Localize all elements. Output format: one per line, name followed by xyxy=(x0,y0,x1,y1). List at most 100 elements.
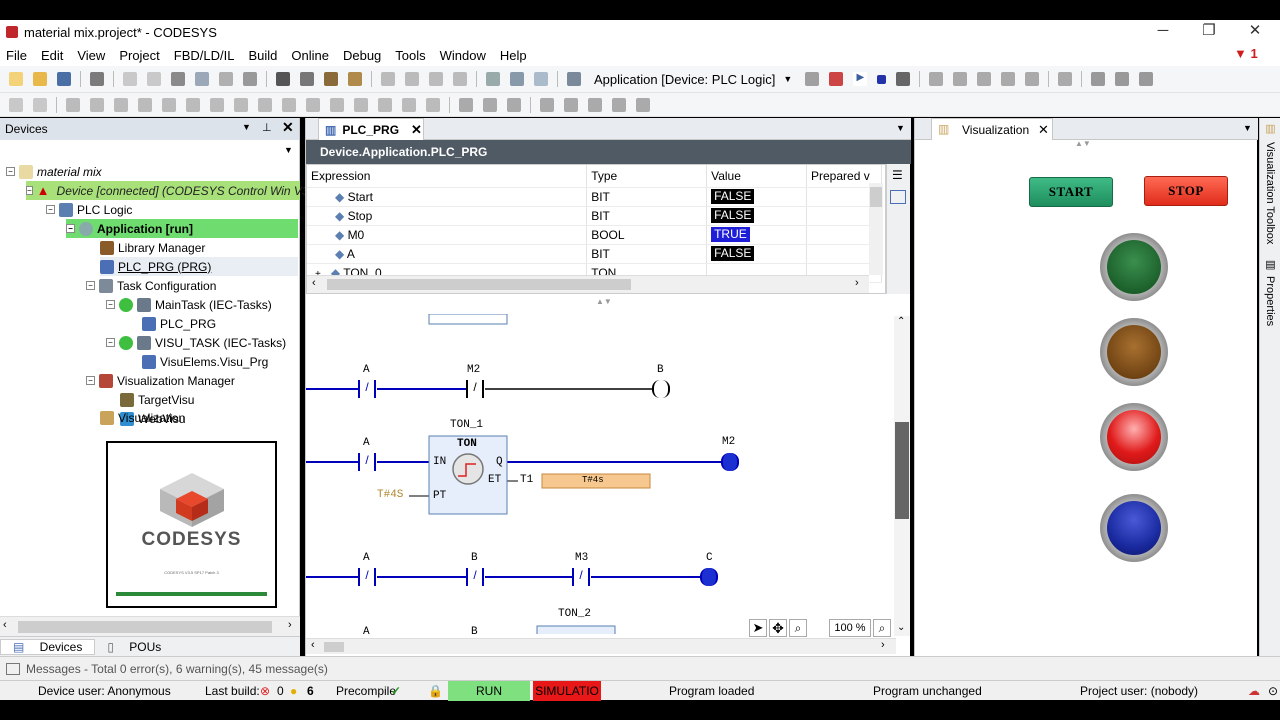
tree-node-targetvisu[interactable]: TargetVisu xyxy=(120,390,194,409)
scroll-up-icon[interactable]: ⌃ xyxy=(897,316,905,327)
scroll-left-icon[interactable]: ‹ xyxy=(311,639,315,651)
paste-icon[interactable] xyxy=(219,72,233,86)
tree-node-device[interactable]: − ▲ Device [connected] (CODESYS Control Wi… xyxy=(26,181,309,200)
edge-detection-icon[interactable] xyxy=(426,97,440,112)
tab-visualization[interactable]: ▥ Visualization ✕ xyxy=(931,118,1053,140)
insert-return-icon[interactable] xyxy=(282,97,296,112)
toggle-comment-icon[interactable] xyxy=(483,97,497,112)
menu-view[interactable]: View xyxy=(71,48,113,63)
find-icon[interactable] xyxy=(276,72,290,86)
pan-tool-icon[interactable]: ✥ xyxy=(769,619,787,637)
tree-node-visualization-manager[interactable]: − Visualization Manager xyxy=(86,371,235,390)
coil-b[interactable] xyxy=(652,380,670,398)
redo-icon[interactable] xyxy=(147,72,161,86)
visu-splitter-grip-icon[interactable]: ▲▼ xyxy=(1075,139,1091,148)
tree-node-project[interactable]: − material mix xyxy=(6,162,102,181)
error-count[interactable]: 0 xyxy=(277,681,284,701)
reset-icon[interactable] xyxy=(896,72,911,86)
cloud-icon[interactable]: ☁ xyxy=(1248,681,1260,701)
menu-tools[interactable]: Tools xyxy=(389,48,433,63)
menu-edit[interactable]: Edit xyxy=(35,48,71,63)
force-values-icon[interactable] xyxy=(1115,72,1130,86)
bookmark-icon[interactable] xyxy=(381,72,395,86)
chevron-down-icon[interactable]: ▼ xyxy=(783,74,792,84)
menu-online[interactable]: Online xyxy=(285,48,337,63)
panel-close-icon[interactable]: ✕ xyxy=(282,119,294,136)
ton1-pt-value[interactable]: T#4S xyxy=(377,489,403,501)
close-window-button[interactable]: ✕ xyxy=(1232,20,1278,44)
insert-contact-icon[interactable] xyxy=(66,97,80,112)
zoom-fit-icon[interactable]: ⌕ xyxy=(873,619,891,637)
parallel-branch-icon[interactable] xyxy=(507,97,521,112)
align-icon[interactable] xyxy=(540,97,554,112)
scroll-right-icon[interactable]: › xyxy=(288,619,292,631)
col-expression[interactable]: Expression xyxy=(307,165,588,188)
scroll-left-icon[interactable]: ‹ xyxy=(3,619,7,631)
rung3-contact-b[interactable]: / xyxy=(466,568,484,586)
insert-network-icon[interactable] xyxy=(9,97,23,112)
ladder-vertical-scrollbar[interactable]: ⌃ ⌄ xyxy=(894,316,910,636)
insert-parallel-contact-icon[interactable] xyxy=(114,97,128,112)
select-tool-icon[interactable]: ➤ xyxy=(749,619,767,637)
insert-network-below-icon[interactable] xyxy=(33,97,47,112)
table-row[interactable]: ◆ M0 BOOL TRUE xyxy=(307,225,882,245)
split-view-icon[interactable] xyxy=(890,190,906,204)
tree-node-task-configuration[interactable]: − Task Configuration xyxy=(86,276,216,295)
col-type[interactable]: Type xyxy=(586,165,708,188)
bookmark-clear-icon[interactable] xyxy=(453,72,467,86)
precompile-ok-icon[interactable]: ✓ xyxy=(391,681,401,701)
restore-button[interactable]: ❐ xyxy=(1186,20,1232,44)
negation-icon[interactable] xyxy=(402,97,416,112)
profile-icon[interactable]: ⊙ xyxy=(1268,681,1278,701)
build-icon[interactable] xyxy=(486,72,500,86)
table-row[interactable]: ◆ Stop BIT FALSE xyxy=(307,206,882,226)
tree-node-maintask-plc-prg[interactable]: PLC_PRG xyxy=(142,314,216,333)
insert-set-coil-icon[interactable] xyxy=(162,97,176,112)
tree-node-visu-task[interactable]: − VISU_TASK (IEC-Tasks) xyxy=(106,333,286,352)
scroll-thumb[interactable] xyxy=(327,279,631,290)
alert-flag-icon[interactable]: ▼ 1 xyxy=(1234,46,1258,61)
scroll-down-icon[interactable]: ⌄ xyxy=(897,622,905,633)
contact-a[interactable]: / xyxy=(358,380,376,398)
collapse-icon[interactable]: − xyxy=(86,281,95,290)
delete-icon[interactable] xyxy=(243,72,257,86)
start-button[interactable]: START xyxy=(1029,177,1113,207)
messages-icon[interactable] xyxy=(6,662,20,675)
insert-jump-icon[interactable] xyxy=(258,97,272,112)
replace-icon[interactable] xyxy=(300,72,314,86)
insert-branch-start-icon[interactable] xyxy=(330,97,344,112)
rung2-contact-a[interactable]: / xyxy=(358,453,376,471)
bookmark-next-icon[interactable] xyxy=(405,72,419,86)
zoom-level[interactable]: 100 % xyxy=(829,619,871,637)
scroll-thumb[interactable] xyxy=(870,187,882,207)
tab-pous[interactable]: ▯ POUs xyxy=(95,640,173,654)
tree-node-visualization[interactable]: Visualization xyxy=(100,408,185,427)
ladder-horizontal-scrollbar[interactable]: ‹ › xyxy=(306,638,896,654)
table-row[interactable]: ◆ Start BIT FALSE xyxy=(307,187,882,207)
tree-node-visuelems[interactable]: VisuElems.Visu_Prg xyxy=(142,352,268,371)
scroll-thumb[interactable] xyxy=(895,422,909,519)
ungroup-icon[interactable] xyxy=(612,97,626,112)
tree-node-library-manager[interactable]: Library Manager xyxy=(100,238,205,257)
insert-box-icon[interactable] xyxy=(210,97,224,112)
step-out-icon[interactable] xyxy=(1001,72,1016,86)
order-icon[interactable] xyxy=(636,97,650,112)
insert-branch-icon[interactable] xyxy=(306,97,320,112)
splitter[interactable]: ▲▼ xyxy=(306,296,896,314)
insert-assignment-icon[interactable] xyxy=(234,97,248,112)
tab-visualization-toolbox[interactable]: Visualization Toolbox xyxy=(1264,142,1276,244)
ton1-et-variable[interactable]: T1 xyxy=(520,474,533,486)
new-icon[interactable] xyxy=(9,72,23,86)
collapse-icon[interactable]: − xyxy=(86,376,95,385)
stop-run-icon[interactable] xyxy=(877,74,887,84)
watch-vertical-scrollbar[interactable] xyxy=(869,183,883,275)
cut-icon[interactable] xyxy=(171,72,185,86)
menu-project[interactable]: Project xyxy=(113,48,167,63)
run-to-cursor-icon[interactable] xyxy=(1025,72,1040,86)
tab-plc-prg[interactable]: ▥ PLC_PRG ✕ xyxy=(318,118,424,140)
logout-icon[interactable] xyxy=(829,72,844,86)
lock-icon[interactable]: 🔒 xyxy=(428,681,443,701)
cross-reference-icon[interactable] xyxy=(348,72,362,86)
tab-close-icon[interactable]: ✕ xyxy=(411,122,422,138)
list-view-icon[interactable]: ☰ xyxy=(892,168,903,182)
